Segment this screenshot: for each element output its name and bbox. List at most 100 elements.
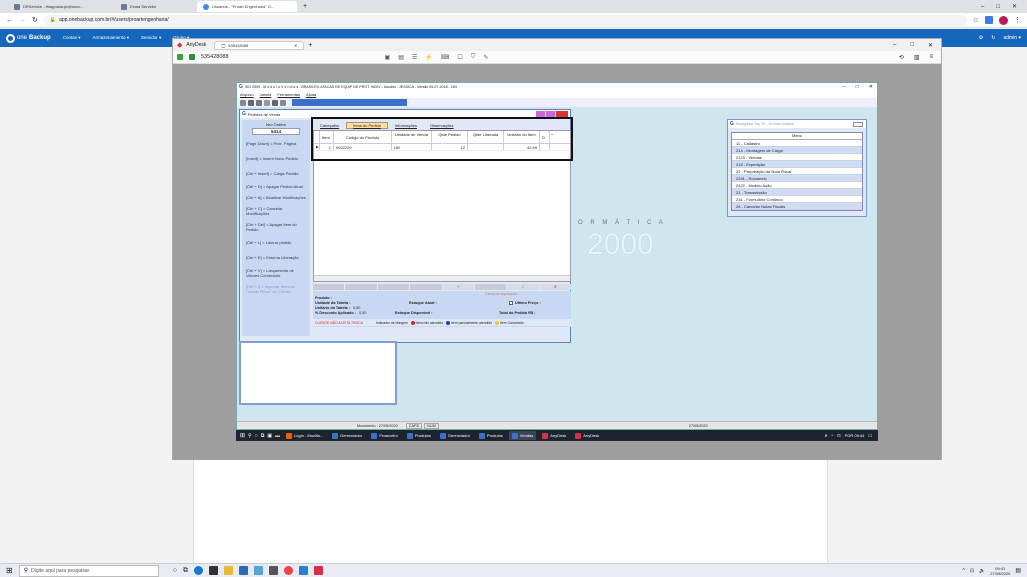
close-icon[interactable]: ✕ (1012, 3, 1017, 10)
nav-item[interactable]: 214 - Montagem de Carga (732, 147, 862, 154)
toolbar-icon[interactable] (272, 99, 278, 106)
menu-ferramentas[interactable]: Ferramentas (277, 92, 300, 97)
taskbar-produtos[interactable]: Produtos (404, 431, 434, 440)
anydesk-new-tab[interactable]: + (308, 42, 312, 49)
back-icon[interactable]: ← (6, 17, 13, 24)
library-icon[interactable]: ▥ (914, 54, 920, 61)
clock[interactable]: 09:41 27/05/2020 (990, 566, 1010, 576)
shield-icon[interactable]: ⛉ (471, 54, 476, 61)
browser-tab-1[interactable]: DRService - thiagoaraujo@onec... (8, 1, 113, 12)
close-icon[interactable]: ✕ (928, 42, 933, 49)
cancel-icon[interactable]: ✕ (539, 284, 571, 290)
close-tab-icon[interactable]: ✕ (294, 43, 297, 48)
close-icon[interactable] (853, 121, 863, 127)
pen-icon[interactable]: ✎ (483, 54, 488, 61)
history-icon[interactable]: ⟲ (899, 54, 904, 61)
store-icon[interactable] (208, 566, 218, 575)
nav-button[interactable] (313, 284, 345, 290)
ultimo-preco-checkbox[interactable] (509, 301, 513, 305)
folder-icon[interactable] (223, 566, 233, 575)
toolbar-icon[interactable] (280, 99, 286, 106)
volume-icon[interactable]: 🔈 (979, 568, 985, 574)
display-icon[interactable]: ▣ (385, 54, 391, 61)
add-icon[interactable]: + (442, 284, 474, 290)
address-bar[interactable]: 🔒 app.onebackup.com.br/#/users/proarteng… (43, 14, 967, 26)
nav-button[interactable] (345, 284, 377, 290)
windows-start-icon[interactable]: ⊞ (240, 432, 245, 439)
notification-icon[interactable]: ☐ (868, 433, 872, 438)
network-icon[interactable]: ⊡ (970, 568, 974, 574)
toolbar-icon[interactable] (264, 99, 270, 106)
cortana-icon[interactable]: ○ (255, 433, 258, 439)
chevron-up-icon[interactable]: ^ (963, 568, 965, 574)
taskbar-gerenciador-2[interactable]: Gerenciador (437, 431, 473, 440)
clipboard-icon[interactable]: ☰ (412, 54, 417, 61)
taskbar-produtos-2[interactable]: Produtos (476, 431, 506, 440)
taskbar-anydesk-2[interactable]: AnyDesk (572, 431, 602, 440)
taskbar-gerenciador[interactable]: Gerenciador (329, 431, 365, 440)
nav-item[interactable]: 231 - Formulário Contínuo (732, 196, 862, 203)
taskbar-vendas[interactable]: Vendas (508, 431, 537, 440)
toolbar-icon[interactable] (240, 99, 246, 106)
teams-icon[interactable] (298, 566, 308, 575)
menu-janela[interactable]: Janela (260, 92, 272, 97)
hamburger-icon[interactable]: ≡ (929, 54, 933, 60)
chevron-up-icon[interactable]: ^ (831, 433, 833, 438)
nav-item[interactable]: 2422 - Modelo Ação (732, 182, 862, 189)
store-icon[interactable]: ▣ (267, 433, 272, 439)
lightning-icon[interactable]: ⚡ (425, 54, 432, 61)
minimize-icon[interactable]: – (893, 42, 896, 48)
onebackup-logo[interactable]: one Backup (6, 33, 51, 43)
menu-arquivo[interactable]: Arquivo (240, 92, 254, 97)
edge-icon[interactable] (193, 566, 203, 575)
network-icon[interactable]: ⊡ (837, 433, 840, 438)
menu-dots-icon[interactable]: ⋮ (1014, 16, 1021, 24)
people-icon[interactable]: ጸ (825, 433, 827, 438)
menu-ajuda[interactable]: Ajuda (306, 92, 316, 97)
nav-item[interactable]: 21 - Transmissão (732, 189, 862, 196)
refresh-icon[interactable]: ↻ (991, 35, 995, 41)
maximize-icon[interactable]: □ (996, 4, 1000, 10)
taskbar-anydesk[interactable]: AnyDesk (539, 431, 569, 440)
windows-start-icon[interactable]: ⊞ (6, 566, 13, 575)
gear-icon[interactable]: ⚙ (979, 35, 983, 41)
keyboard-icon[interactable]: ⌨ (441, 54, 450, 61)
profile-avatar[interactable] (999, 15, 1008, 25)
menu-armazenamento[interactable]: Armazenamento ▾ (92, 35, 129, 41)
horizontal-scrollbar[interactable] (314, 275, 570, 281)
minimize-icon[interactable]: – (843, 84, 846, 90)
calculator-icon[interactable] (268, 566, 278, 575)
chat-icon[interactable]: ☐ (457, 54, 462, 61)
anydesk-icon[interactable] (313, 566, 323, 575)
forward-icon[interactable]: → (19, 17, 26, 24)
user-menu[interactable]: admin ▾ (1003, 35, 1021, 41)
nav-item[interactable]: 2123 - Vendas (732, 154, 862, 161)
browser-tab-3[interactable]: Usuários - "Proart Engenharia" O... (197, 1, 297, 12)
minimize-icon[interactable]: – (981, 4, 984, 10)
notification-icon[interactable]: ▤ (1015, 567, 1021, 574)
taskbar-financeiro[interactable]: Financeiro (368, 431, 401, 440)
reload-icon[interactable]: ↻ (32, 16, 38, 24)
maximize-icon[interactable]: □ (910, 42, 914, 48)
nav-button[interactable] (474, 284, 507, 290)
toolbar-icon[interactable] (248, 99, 254, 106)
toolbar-icon[interactable] (256, 99, 262, 106)
search-icon[interactable]: ⚲ (248, 433, 252, 439)
browser-tab-2[interactable]: Exata Servidor (115, 1, 195, 12)
folder-icon[interactable]: ▬ (275, 433, 280, 439)
new-tab-button[interactable]: + (299, 3, 311, 10)
host-search-box[interactable]: ⚲ Digite aqui para pesquisar (18, 564, 159, 577)
cortana-icon[interactable]: ○ (173, 567, 177, 574)
nav-item[interactable]: 2291 - Romaneio (732, 175, 862, 182)
nav-item[interactable]: 215 - Expedição (732, 161, 862, 168)
task-view-icon[interactable]: ⧉ (183, 567, 188, 575)
close-icon[interactable]: ✕ (869, 84, 873, 90)
task-view-icon[interactable]: ⧉ (261, 433, 265, 439)
menu-contas[interactable]: Contas ▾ (63, 35, 81, 41)
check-icon[interactable]: ✓ (507, 284, 539, 290)
maximize-icon[interactable]: □ (856, 84, 859, 90)
extension-icon[interactable] (985, 16, 993, 24)
mail-icon[interactable] (238, 566, 248, 575)
anydesk-session-tab[interactable]: 🖵 535428088 ✕ (214, 40, 305, 50)
chrome-icon[interactable] (283, 566, 293, 575)
